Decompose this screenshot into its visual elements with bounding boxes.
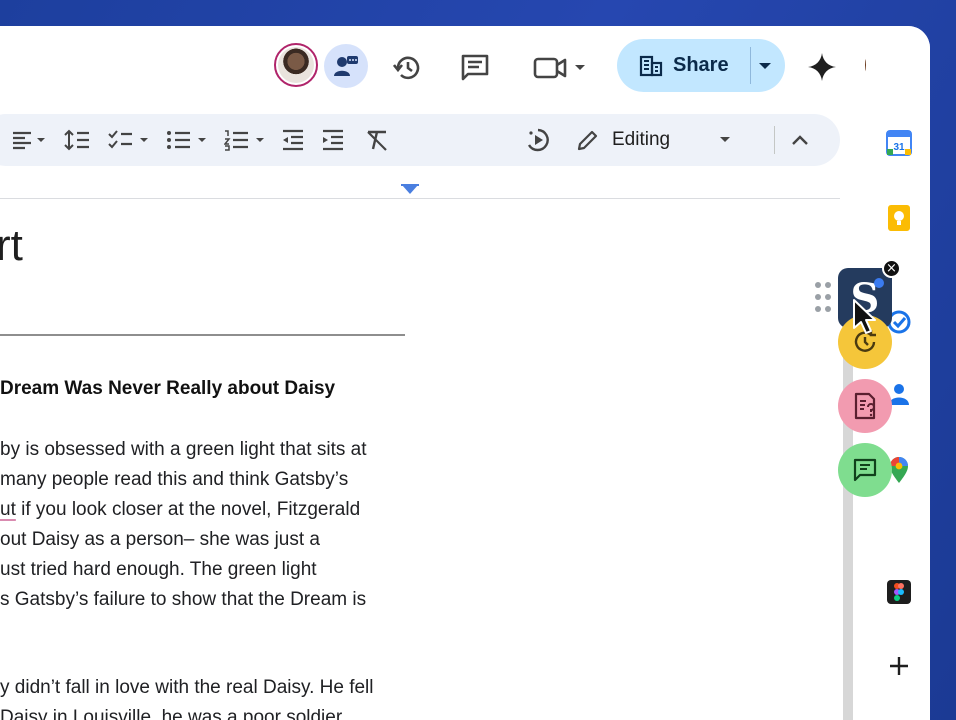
- calendar-day: 31: [893, 142, 905, 153]
- clear-formatting-icon[interactable]: [362, 114, 392, 166]
- add-app-icon[interactable]: [885, 652, 913, 680]
- paragraph-line[interactable]: y didn’t fall in love with the real Dais…: [0, 673, 373, 703]
- close-widget-button[interactable]: ×: [882, 259, 901, 278]
- formatting-toolbar: Editing: [0, 114, 840, 166]
- paragraph-line[interactable]: ust tried hard enough. The green light: [0, 555, 317, 585]
- ruler: [0, 198, 840, 199]
- gemini-sparkle-icon[interactable]: [805, 50, 839, 84]
- numbered-list-icon[interactable]: [222, 114, 272, 166]
- paragraph-line[interactable]: ut if you look closer at the novel, Fitz…: [0, 495, 360, 525]
- decrease-indent-icon[interactable]: [278, 114, 308, 166]
- presence-chip[interactable]: [324, 44, 368, 88]
- section-heading[interactable]: Dream Was Never Really about Daisy: [0, 378, 335, 400]
- voice-typing-icon[interactable]: [520, 114, 556, 166]
- checklist-icon[interactable]: [106, 114, 156, 166]
- paragraph-text: if you look closer at the novel, Fitzger…: [21, 499, 361, 520]
- bulleted-list-icon[interactable]: [164, 114, 214, 166]
- chat-button[interactable]: [838, 443, 892, 497]
- keep-icon[interactable]: [885, 204, 913, 232]
- ruler-indent-marker[interactable]: [402, 185, 418, 194]
- status-dot: [874, 278, 884, 288]
- paragraph-line[interactable]: Daisy in Louisville, he was a poor soldi…: [0, 703, 342, 720]
- mouse-cursor-icon: [853, 299, 876, 334]
- share-label: Share: [673, 54, 729, 76]
- editing-mode-dropdown[interactable]: Editing: [576, 114, 746, 166]
- horizontal-rule: [0, 334, 405, 336]
- chevron-down-icon: [720, 137, 731, 142]
- paragraph-line[interactable]: out Daisy as a person– she was just a: [0, 525, 320, 555]
- collaborator-avatar[interactable]: [274, 43, 318, 87]
- document-question-button[interactable]: [838, 379, 892, 433]
- drag-handle[interactable]: [815, 282, 833, 316]
- paragraph-line[interactable]: many people read this and think Gatsby’s: [0, 465, 348, 495]
- share-dropdown-icon[interactable]: [757, 53, 773, 77]
- increase-indent-icon[interactable]: [318, 114, 348, 166]
- paragraph-line[interactable]: by is obsessed with a green light that s…: [0, 435, 366, 465]
- underlined-word: ut: [0, 499, 16, 520]
- comments-icon[interactable]: [457, 50, 493, 86]
- align-left-icon[interactable]: [8, 114, 50, 166]
- line-spacing-icon[interactable]: [62, 114, 92, 166]
- editing-mode-label: Editing: [612, 129, 671, 150]
- collapse-toolbar-icon[interactable]: [785, 114, 815, 166]
- paragraph-line[interactable]: s Gatsby’s failure to show that the Drea…: [0, 585, 366, 615]
- calendar-icon[interactable]: 31: [885, 128, 913, 156]
- pencil-icon: [577, 130, 598, 151]
- browser-window: Share Editing rt Dream Was Never Really …: [0, 26, 930, 720]
- video-call-icon[interactable]: [530, 50, 590, 86]
- version-history-icon[interactable]: [390, 50, 426, 86]
- document-title[interactable]: rt: [0, 221, 23, 271]
- figma-icon[interactable]: [885, 578, 913, 606]
- share-button[interactable]: Share: [617, 39, 785, 92]
